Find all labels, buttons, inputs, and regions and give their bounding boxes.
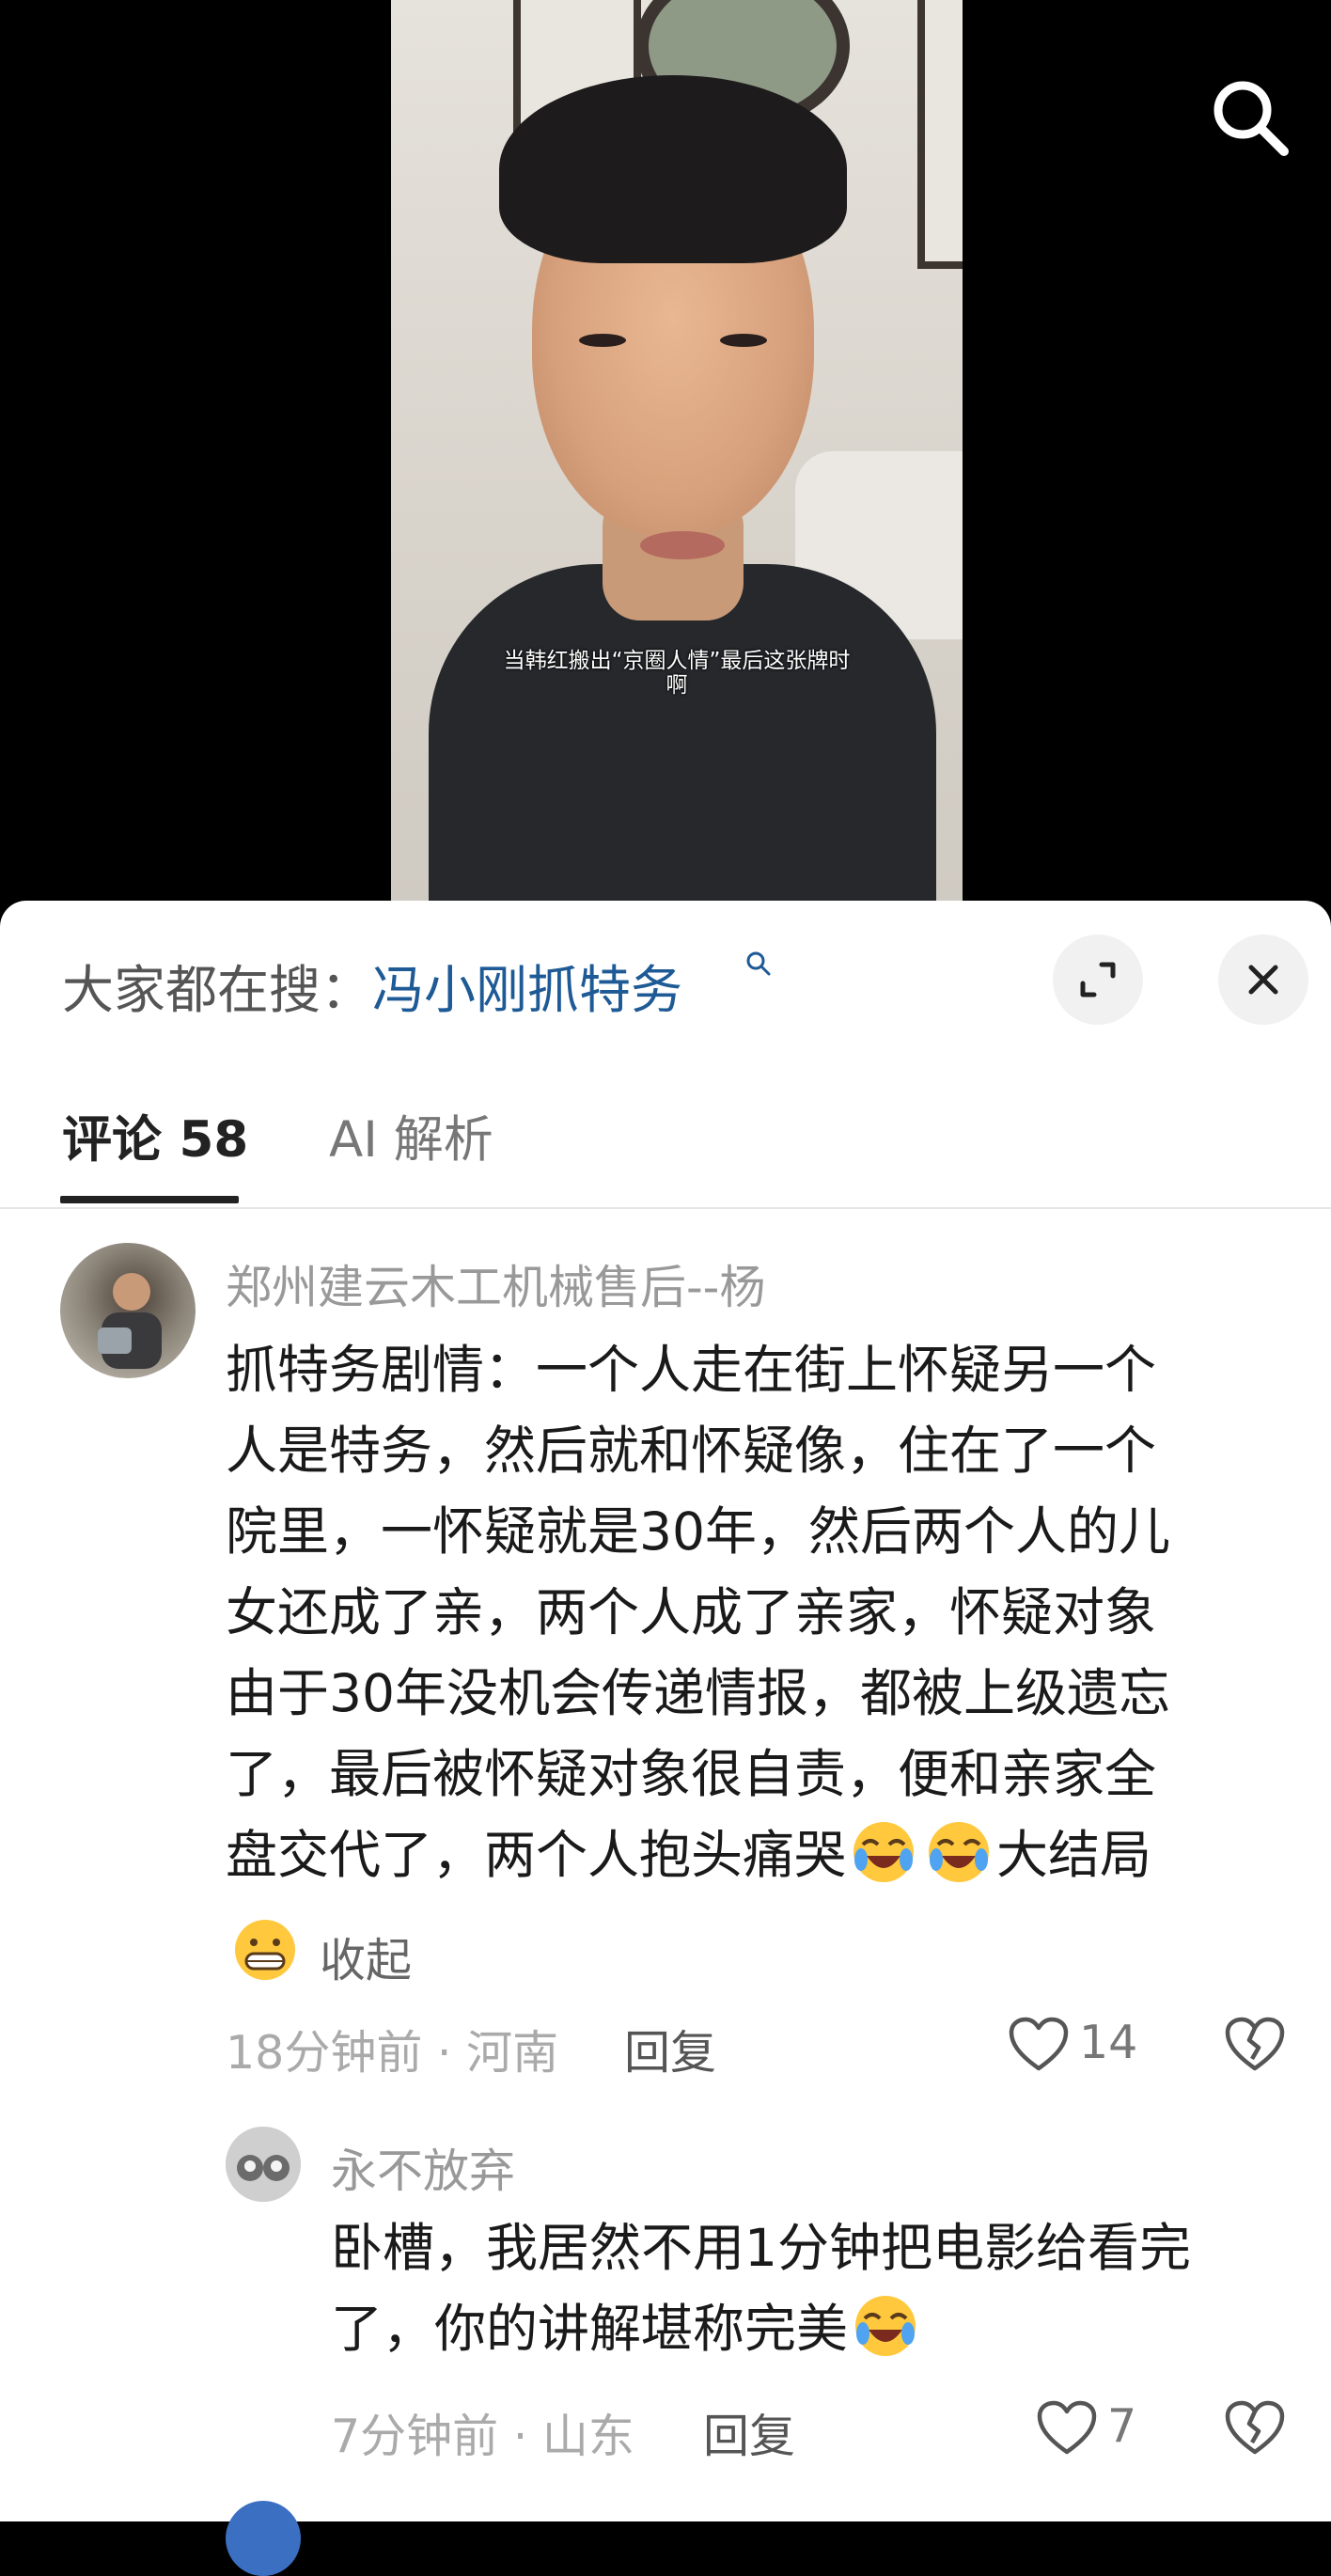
laugh-cry-emoji <box>855 2296 916 2356</box>
comment-text: 卧槽，我居然不用1分钟把电影给看完 了，你的讲解堪称完美 <box>331 2207 1290 2369</box>
reply-button[interactable]: 回复 <box>703 2399 795 2466</box>
avatar[interactable] <box>60 1243 196 1378</box>
comment-line: 由于30年没机会传递情报，都被上级遗忘 <box>226 1663 1170 1723</box>
collapse-button[interactable]: 收起 <box>320 1924 412 1990</box>
comment-username[interactable]: 郑州建云木工机械售后--杨 <box>226 1250 765 1317</box>
reply-button[interactable]: 回复 <box>624 2016 716 2082</box>
expand-button[interactable] <box>1053 935 1143 1025</box>
caption-line: 当韩红搬出“京圈人情”最后这张牌时 <box>503 649 851 673</box>
comment-line-text: 盘交代了，两个人抱头痛哭 <box>226 1825 847 1885</box>
person-eye <box>720 334 767 347</box>
close-button[interactable] <box>1218 935 1308 1025</box>
tab-ai-analysis[interactable]: AI 解析 <box>329 1100 493 1171</box>
comment-meta: 7分钟前 · 山东 <box>331 2410 634 2463</box>
comment-line: 盘交代了，两个人抱头痛哭 大结局 <box>226 1814 1297 1895</box>
hot-search-label: 大家都在搜： <box>62 960 373 1020</box>
comment-line: 抓特务剧情：一个人走在街上怀疑另一个 <box>226 1340 1157 1400</box>
comment-line: 卧槽，我居然不用1分钟把电影给看完 <box>331 2218 1191 2278</box>
expand-icon <box>1080 962 1116 997</box>
video-player[interactable]: 当韩红搬出“京圈人情”最后这张牌时 啊 <box>0 0 1331 903</box>
grin-emoji <box>235 1920 295 1980</box>
caption-line: 啊 <box>666 673 688 698</box>
comment-meta: 18分钟前 · 河南 <box>226 2026 559 2080</box>
comment-line-text: 大结局 <box>996 1825 1152 1885</box>
avatar[interactable] <box>226 2501 301 2576</box>
comment-line: 了，最后被怀疑对象很自责，便和亲家全 <box>226 1744 1157 1804</box>
broken-heart-icon[interactable] <box>1224 2016 1286 2074</box>
avatar-image <box>226 2127 301 2202</box>
comment-username[interactable]: 永不放弃 <box>331 2134 515 2201</box>
divider <box>0 1207 1331 1209</box>
avatar[interactable] <box>226 2127 301 2202</box>
comment-line: 院里，一怀疑就是30年，然后两个人的儿 <box>226 1501 1170 1562</box>
comment-text: 抓特务剧情：一个人走在街上怀疑另一个 人是特务，然后就和怀疑像，住在了一个 院里… <box>226 1329 1297 1895</box>
broken-heart-icon[interactable] <box>1224 2399 1286 2458</box>
comment-line: 人是特务，然后就和怀疑像，住在了一个 <box>226 1421 1157 1481</box>
tab-comments[interactable]: 评论 58 <box>62 1100 248 1171</box>
comment-line: 女还成了亲，两个人成了亲家，怀疑对象 <box>226 1582 1157 1642</box>
search-small-icon <box>746 951 771 976</box>
hot-search-bar[interactable]: 大家都在搜：冯小刚抓特务 <box>62 948 682 1023</box>
comment-line-text: 了，你的讲解堪称完美 <box>331 2299 849 2359</box>
laugh-cry-emoji <box>853 1822 915 1882</box>
person-eye <box>579 334 626 347</box>
like-count: 7 <box>1107 2399 1137 2453</box>
heart-icon[interactable] <box>1036 2399 1098 2458</box>
video-caption: 当韩红搬出“京圈人情”最后这张牌时 啊 <box>391 649 963 698</box>
wall-frame <box>917 0 963 269</box>
hot-search-keyword[interactable]: 冯小刚抓特务 <box>372 960 682 1020</box>
heart-icon[interactable] <box>1008 2016 1070 2074</box>
person-hair <box>499 75 847 263</box>
tab-indicator <box>60 1196 239 1203</box>
search-icon[interactable] <box>1203 71 1297 165</box>
person-mouth <box>640 531 725 559</box>
like-count: 14 <box>1079 2016 1138 2069</box>
close-icon <box>1248 965 1278 995</box>
comment-line: 了，你的讲解堪称完美 <box>331 2288 1290 2369</box>
laugh-cry-emoji <box>929 1822 990 1882</box>
avatar-image <box>98 1273 162 1369</box>
video-frame <box>391 0 963 903</box>
